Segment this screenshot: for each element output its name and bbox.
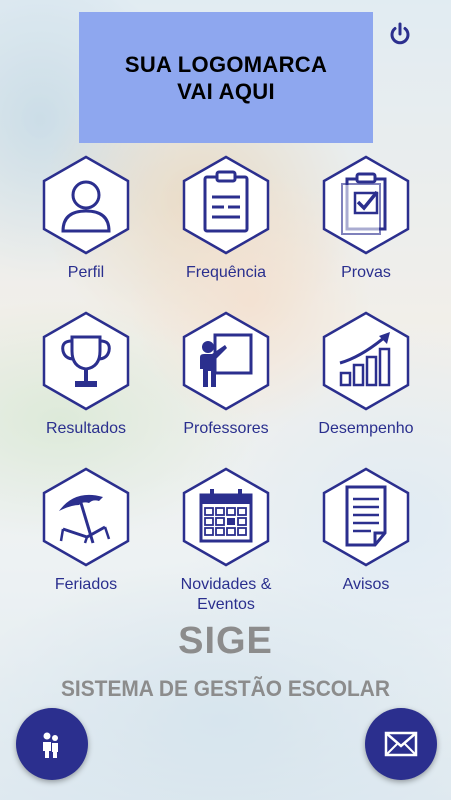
tile-label: Professores [183, 420, 269, 437]
logo-line-2: VAI AQUI [177, 78, 275, 104]
tile-label: Resultados [45, 420, 127, 437]
mail-button[interactable] [365, 708, 437, 780]
teacher-board-icon [182, 311, 270, 411]
power-icon[interactable] [386, 20, 414, 48]
logo-line-1: SUA LOGOMARCA [124, 51, 328, 77]
trophy-icon [42, 311, 130, 411]
tile-frequencia[interactable]: Frequência [166, 155, 286, 305]
tile-label: Feriados [54, 576, 118, 593]
document-icon [322, 467, 410, 567]
tile-desempenho[interactable]: Desempenho [306, 311, 426, 461]
brand-title: SIGE [178, 620, 273, 662]
tile-label: Frequência [185, 264, 267, 281]
people-button[interactable] [16, 708, 88, 780]
tile-resultados[interactable]: Resultados [26, 311, 146, 461]
mail-icon [384, 731, 418, 757]
growth-chart-icon [322, 311, 410, 411]
calendar-icon [182, 467, 270, 567]
tile-label: Novidades & Eventos [180, 576, 272, 613]
tile-professores[interactable]: Professores [166, 311, 286, 461]
beach-umbrella-icon [42, 467, 130, 567]
tile-feriados[interactable]: Feriados [26, 467, 146, 617]
people-icon [43, 732, 58, 758]
tile-perfil[interactable]: Perfil [26, 155, 146, 305]
brand-subtitle: SISTEMA DE GESTÃO ESCOLAR [60, 676, 390, 701]
tile-label: Avisos [342, 576, 390, 593]
tile-label: Perfil [67, 264, 105, 281]
clipboard-check-icon [322, 155, 410, 255]
tile-label: Provas [341, 264, 391, 281]
logo-placeholder: SUA LOGOMARCA VAI AQUI [79, 12, 373, 143]
tile-label: Desempenho [318, 420, 414, 437]
tile-provas[interactable]: Provas [306, 155, 426, 305]
user-icon [42, 155, 130, 255]
tile-novidades-eventos[interactable]: Novidades & Eventos [166, 467, 286, 617]
tile-avisos[interactable]: Avisos [306, 467, 426, 617]
clipboard-icon [182, 155, 270, 255]
